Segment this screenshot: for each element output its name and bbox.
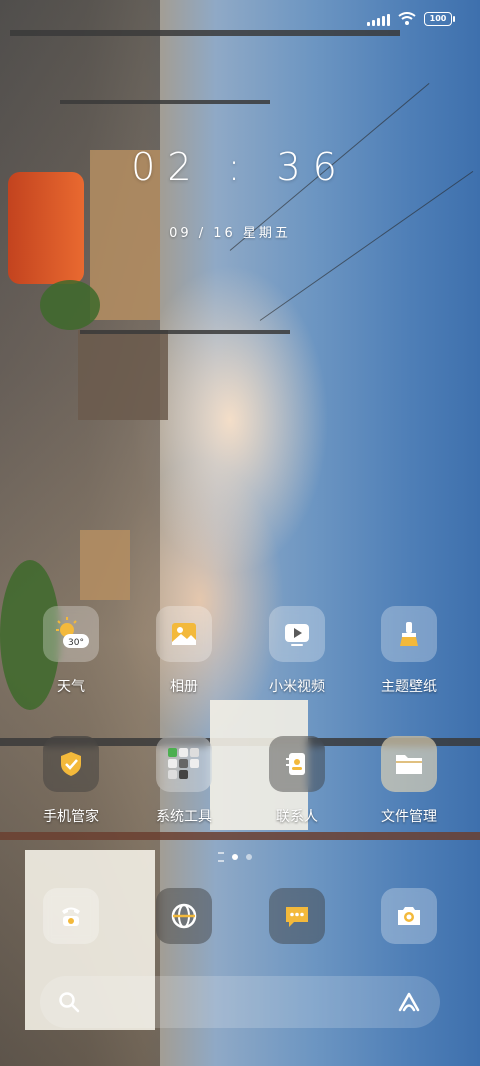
video-icon [269,606,325,662]
app-security[interactable]: 手机管家 [16,736,126,826]
app-label: 天气 [57,679,85,695]
app-label: 相册 [170,679,198,695]
wallpaper-pole [0,832,480,840]
file-manager-icon [381,736,437,792]
themes-icon [381,606,437,662]
app-contacts[interactable]: 联系人 [242,736,352,826]
dock-camera[interactable] [354,888,464,944]
battery-level: 100 [429,14,447,23]
page-indicator-dot-active[interactable] [232,854,238,860]
app-label: 小米视频 [269,679,325,695]
dock-phone[interactable] [16,888,126,944]
clock-time[interactable]: 02 : 36 [0,145,480,189]
wallpaper-pole [60,100,270,104]
app-weather[interactable]: 30° 天气 [16,606,126,696]
messages-icon [269,888,325,944]
wallpaper-building [80,530,130,600]
status-bar: 100 [367,12,455,26]
search-icon[interactable] [58,991,80,1013]
assistant-icon[interactable] [396,991,422,1013]
search-bar[interactable] [40,976,440,1028]
gallery-icon [156,606,212,662]
weather-temp: 30° [68,638,84,648]
phone-icon [43,888,99,944]
wallpaper-wire [259,170,474,321]
browser-icon [156,888,212,944]
page-indicator-list[interactable] [218,852,224,862]
tools-folder-icon [156,736,212,792]
contacts-icon [269,736,325,792]
app-themes[interactable]: 主题壁纸 [354,606,464,696]
page-indicator[interactable] [218,852,252,862]
app-label: 文件管理 [381,809,437,825]
camera-icon [381,888,437,944]
clock-date[interactable]: 09 / 16 星期五 [0,222,460,241]
app-gallery[interactable]: 相册 [129,606,239,696]
app-label: 联系人 [276,809,318,825]
weather-icon: 30° [43,606,99,662]
wallpaper-tree [40,280,100,330]
wifi-icon [398,12,416,25]
app-video[interactable]: 小米视频 [242,606,352,696]
app-tools-folder[interactable]: 系统工具 [129,736,239,826]
dock-browser[interactable] [129,888,239,944]
signal-icon [367,12,390,26]
app-label: 系统工具 [156,809,212,825]
dock-messages[interactable] [242,888,352,944]
app-file-manager[interactable]: 文件管理 [354,736,464,826]
app-label: 手机管家 [43,809,99,825]
wallpaper-pole [10,30,400,36]
security-icon [43,736,99,792]
wallpaper-building [78,330,168,420]
page-indicator-dot[interactable] [246,854,252,860]
wallpaper-pole [80,330,290,334]
battery-icon: 100 [424,12,455,26]
app-label: 主题壁纸 [381,679,437,695]
